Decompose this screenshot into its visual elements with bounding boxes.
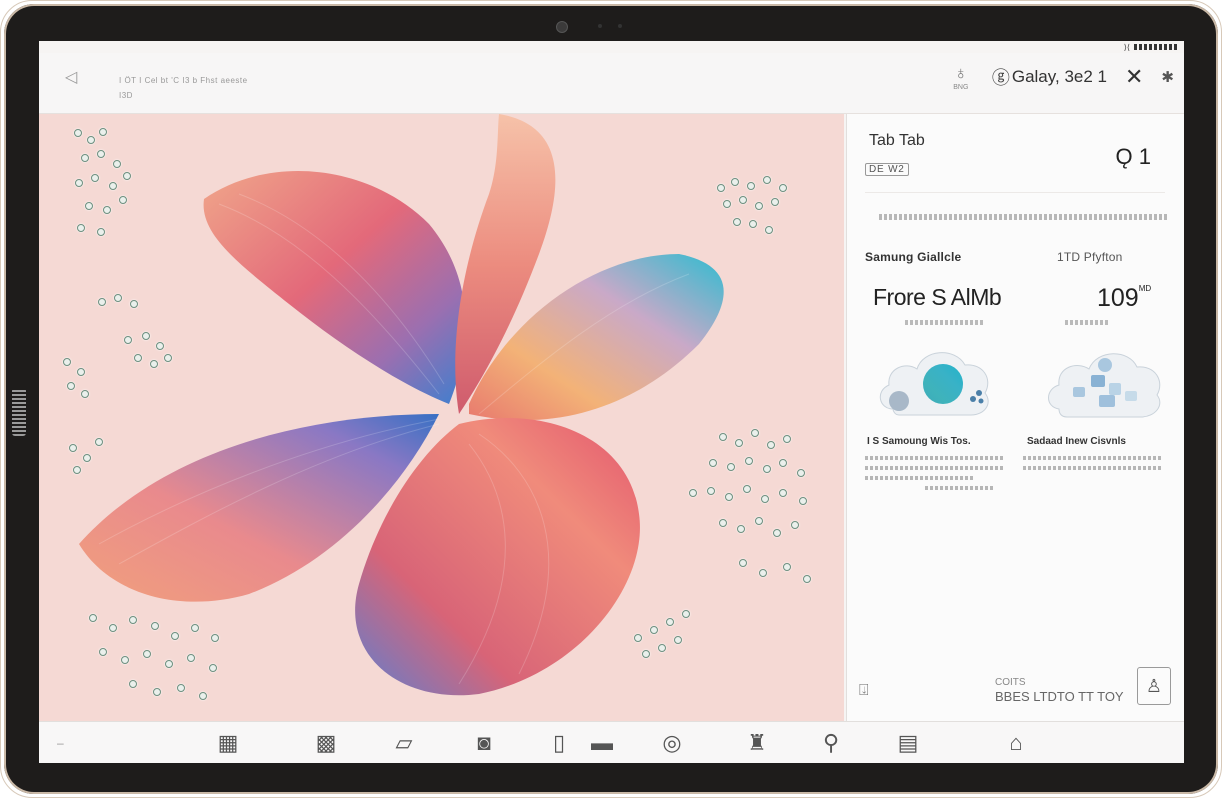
device-icon[interactable]: ⍗ <box>859 682 869 700</box>
sensor-icon <box>598 24 602 28</box>
tip-label: BNG <box>953 84 969 91</box>
panel-count[interactable]: Ǫ 1 <box>1116 144 1152 170</box>
signal-icon: ⟩⟨ <box>1123 42 1130 52</box>
phone-icon[interactable]: ▯ <box>544 730 574 756</box>
tip-button[interactable]: ♁ BNG <box>948 63 974 91</box>
decor-dots <box>679 429 829 609</box>
status-bar: ⟩⟨ <box>1018 41 1184 53</box>
notice-text <box>879 214 1169 220</box>
battery-icon <box>1134 44 1178 50</box>
top-toolbar: ◁ I ÖT I Cel bt 'C I3 b Fhst aeeste I3D … <box>39 53 1184 114</box>
close-icon[interactable]: ✕ <box>1125 64 1143 90</box>
dock-handle: – <box>57 736 64 750</box>
column-header-left: Samung Giallcle <box>865 250 962 264</box>
account-button[interactable]: ⓖ Galay, 3e2 1 <box>992 64 1107 90</box>
back-arrow-icon[interactable]: ◁ <box>65 67 77 87</box>
toolbar-actions: ♁ BNG ⓖ Galay, 3e2 1 ✕ ✱ <box>948 63 1174 91</box>
account-icon: ⓖ <box>991 68 1010 88</box>
device-value: 109MD <box>1097 284 1151 313</box>
sensor-icon <box>618 24 622 28</box>
panel-badge: DE W2 <box>865 163 909 176</box>
breadcrumb: I ÖT I Cel bt 'C I3 b Fhst aeeste I3D <box>119 73 248 103</box>
screen: ⟩⟨ ◁ I ÖT I Cel bt 'C I3 b Fhst aeeste I… <box>39 41 1184 763</box>
photo-camera-icon[interactable]: ◎ <box>657 730 687 756</box>
device-info-panel: Tab Tab DE W2 Ǫ 1 Samung Giallcle 1TD Pf… <box>846 114 1184 721</box>
footer-line-2: BBES LTDTO TT TOY <box>995 689 1124 704</box>
panel-footer: COITS BBES LTDTO TT TOY <box>995 676 1124 704</box>
device-value-caption <box>1065 320 1109 325</box>
speaker-grille <box>12 388 26 436</box>
gear-icon[interactable]: ✱ <box>1161 68 1174 86</box>
breadcrumb-line-2: I3D <box>119 91 133 100</box>
tag-icon[interactable]: ⌂ <box>1001 730 1031 756</box>
device-name-caption <box>905 320 985 325</box>
device-value-number: 109 <box>1097 284 1139 312</box>
front-camera-icon <box>556 21 568 33</box>
card-1-description <box>865 450 1005 496</box>
decor-dots <box>69 124 139 244</box>
lightbulb-icon: ♁ <box>954 63 968 83</box>
divider <box>865 192 1165 193</box>
artwork-canvas[interactable] <box>39 114 844 721</box>
bottom-dock: – ▦ ▩ ▱ ◙ ▯ ▬ ◎ ♜ ⚲ ▤ ⌂ <box>39 721 1184 763</box>
card-2-title: Sadaad Inew Cisvnls <box>1027 436 1126 447</box>
panel-count-value: 1 <box>1138 144 1151 169</box>
decor-dots <box>624 604 704 674</box>
figure-button[interactable]: ♙ <box>1137 667 1171 705</box>
refresh-icon: Ǫ <box>1115 144 1133 169</box>
card-1-title: I S Samoung Wis Tos. <box>867 436 971 447</box>
tablet-device: ⟩⟨ ◁ I ÖT I Cel bt 'C I3 b Fhst aeeste I… <box>0 0 1224 800</box>
column-header-right: 1TD Pfyfton <box>1057 250 1123 264</box>
footer-line-1: COITS <box>995 677 1026 688</box>
decor-dots <box>709 174 799 254</box>
decor-dots <box>59 354 119 474</box>
breadcrumb-line-1: I ÖT I Cel bt 'C I3 b Fhst aeeste <box>119 76 248 85</box>
grid-icon[interactable]: ▦ <box>213 730 243 756</box>
decor-dots <box>79 604 239 704</box>
cloud-illustration-1[interactable] <box>875 339 995 429</box>
folder-icon[interactable]: ▱ <box>389 730 419 756</box>
notes-icon[interactable]: ▤ <box>893 730 923 756</box>
cloud-illustration-2[interactable] <box>1043 339 1167 429</box>
camera-icon[interactable]: ◙ <box>469 730 499 756</box>
brush-icon[interactable]: ⚲ <box>816 730 846 756</box>
card-icon[interactable]: ▬ <box>587 730 617 756</box>
account-label: Galay, 3e2 1 <box>1011 67 1107 86</box>
paint-bucket-icon[interactable]: ♜ <box>742 730 772 756</box>
device-name: Frore S AlMb <box>873 284 1002 310</box>
table-icon[interactable]: ▩ <box>311 730 341 756</box>
card-2-description <box>1023 450 1163 476</box>
panel-title: Tab Tab <box>869 132 925 149</box>
device-value-unit: MD <box>1138 284 1152 293</box>
figure-icon: ♙ <box>1145 675 1163 696</box>
